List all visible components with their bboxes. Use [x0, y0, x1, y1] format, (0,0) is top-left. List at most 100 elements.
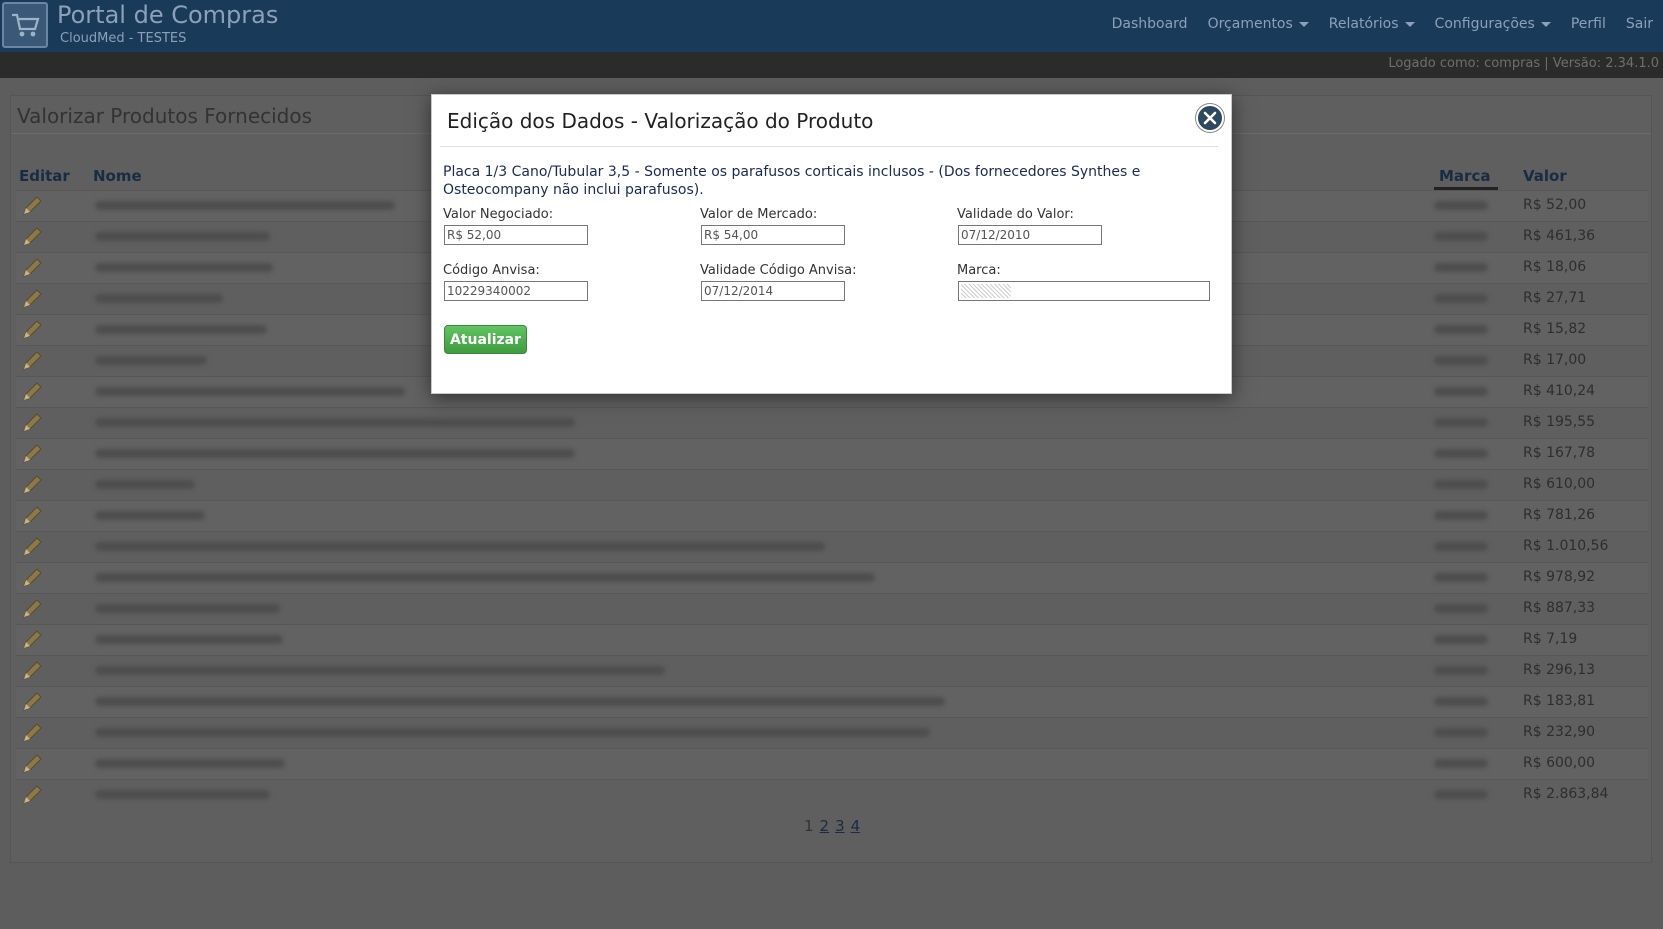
product-name-blurred [95, 573, 875, 582]
edit-pencil-icon[interactable] [20, 411, 44, 435]
atualizar-button[interactable]: Atualizar [444, 325, 527, 354]
product-name-blurred [95, 201, 395, 210]
nav-item-orcamentos[interactable]: Orçamentos [1198, 16, 1319, 32]
page-link-4[interactable]: 4 [848, 817, 864, 835]
edit-pencil-icon[interactable] [20, 721, 44, 745]
edit-pencil-icon[interactable] [20, 225, 44, 249]
brand-blurred [1434, 480, 1488, 489]
product-name-blurred [95, 480, 195, 489]
table-row: R$ 2.863,84 [16, 779, 1648, 810]
edit-pencil-icon[interactable] [20, 349, 44, 373]
nav-item-label: Dashboard [1111, 16, 1188, 32]
validade-valor-input[interactable] [958, 225, 1102, 245]
caret-down-icon [1540, 21, 1551, 27]
column-header-name[interactable]: Nome [93, 167, 142, 185]
status-bar: Logado como: compras | Versão: 2.34.1.0 [0, 52, 1663, 78]
product-name-blurred [95, 232, 270, 241]
brand-blurred [1434, 418, 1488, 427]
product-name-blurred [95, 635, 283, 644]
product-name-blurred [95, 325, 267, 334]
product-name-blurred [95, 728, 930, 737]
brand-blurred [1434, 573, 1488, 582]
product-name-blurred [95, 356, 207, 365]
brand-blurred [1434, 263, 1488, 272]
product-value: R$ 610,00 [1523, 476, 1596, 492]
codigo-anvisa-input[interactable] [444, 281, 588, 301]
main-nav: Dashboard Orçamentos Relatórios Configuraçõ… [1102, 16, 1663, 32]
edit-pencil-icon[interactable] [20, 442, 44, 466]
valor-mercado-input[interactable] [701, 225, 845, 245]
shopping-cart-icon[interactable] [2, 2, 48, 48]
page-current: 1 [804, 817, 814, 835]
edit-pencil-icon[interactable] [20, 194, 44, 218]
table-row: R$ 232,90 [16, 717, 1648, 748]
edit-pencil-icon[interactable] [20, 628, 44, 652]
close-icon [1203, 111, 1217, 125]
brand-blurred [1434, 449, 1488, 458]
product-value: R$ 461,36 [1523, 228, 1596, 244]
table-row: R$ 887,33 [16, 593, 1648, 624]
nav-item-perfil[interactable]: Perfil [1561, 16, 1616, 32]
product-name-blurred [95, 511, 205, 520]
nav-item-label: Sair [1625, 16, 1653, 32]
product-name-blurred [95, 697, 945, 706]
page-link-2[interactable]: 2 [817, 817, 833, 835]
edit-pencil-icon[interactable] [20, 473, 44, 497]
caret-down-icon [1298, 21, 1309, 27]
nav-item-dashboard[interactable]: Dashboard [1102, 16, 1198, 32]
product-name-blurred [95, 790, 270, 799]
validade-anvisa-label: Validade Código Anvisa: [700, 263, 857, 278]
app-title[interactable]: Portal de Compras [57, 1, 278, 29]
edit-pencil-icon[interactable] [20, 504, 44, 528]
product-value: R$ 781,26 [1523, 507, 1596, 523]
product-value: R$ 296,13 [1523, 662, 1596, 678]
nav-item-configuracoes[interactable]: Configurações [1425, 16, 1561, 32]
edit-pencil-icon[interactable] [20, 752, 44, 776]
edit-pencil-icon[interactable] [20, 690, 44, 714]
product-value: R$ 52,00 [1523, 197, 1587, 213]
edit-pencil-icon[interactable] [20, 783, 44, 807]
brand-blurred [1434, 232, 1488, 241]
table-row: R$ 1.010,56 [16, 531, 1648, 562]
login-version-text: Logado como: compras | Versão: 2.34.1.0 [1388, 56, 1659, 71]
edit-pencil-icon[interactable] [20, 659, 44, 683]
edit-pencil-icon[interactable] [20, 287, 44, 311]
product-name-blurred [95, 542, 825, 551]
product-value: R$ 15,82 [1523, 321, 1587, 337]
marca-redacted-value [961, 284, 1011, 298]
product-name-blurred [95, 449, 575, 458]
nav-item-relatorios[interactable]: Relatórios [1319, 16, 1425, 32]
product-value: R$ 2.863,84 [1523, 786, 1609, 802]
table-row: R$ 781,26 [16, 500, 1648, 531]
edit-pencil-icon[interactable] [20, 256, 44, 280]
edit-pencil-icon[interactable] [20, 535, 44, 559]
column-header-value[interactable]: Valor [1523, 167, 1567, 185]
edit-pencil-icon[interactable] [20, 597, 44, 621]
nav-item-sair[interactable]: Sair [1616, 16, 1663, 32]
validade-anvisa-input[interactable] [701, 281, 845, 301]
edit-pencil-icon[interactable] [20, 566, 44, 590]
valor-negociado-label: Valor Negociado: [443, 207, 554, 222]
nav-item-label: Configurações [1434, 16, 1535, 32]
edit-pencil-icon[interactable] [20, 318, 44, 342]
marca-input[interactable] [958, 281, 1210, 301]
nav-item-label: Perfil [1570, 16, 1606, 32]
valor-mercado-label: Valor de Mercado: [700, 207, 818, 222]
product-name-blurred [95, 263, 273, 272]
page-link-3[interactable]: 3 [832, 817, 848, 835]
product-value: R$ 27,71 [1523, 290, 1587, 306]
edit-modal: Edição dos Dados - Valorização do Produt… [431, 94, 1232, 394]
valor-negociado-input[interactable] [444, 225, 588, 245]
product-name-blurred [95, 759, 285, 768]
pagination: 1 2 3 4 [801, 817, 863, 835]
product-description: Placa 1/3 Cano/Tubular 3,5 - Somente os … [443, 164, 1141, 198]
marca-label: Marca: [957, 263, 1001, 278]
product-value: R$ 167,78 [1523, 445, 1596, 461]
edit-pencil-icon[interactable] [20, 380, 44, 404]
column-header-edit: Editar [19, 167, 70, 185]
product-value: R$ 232,90 [1523, 724, 1596, 740]
close-button[interactable] [1196, 104, 1224, 132]
brand-blurred [1434, 790, 1488, 799]
product-value: R$ 183,81 [1523, 693, 1596, 709]
column-header-brand[interactable]: Marca [1439, 167, 1490, 185]
